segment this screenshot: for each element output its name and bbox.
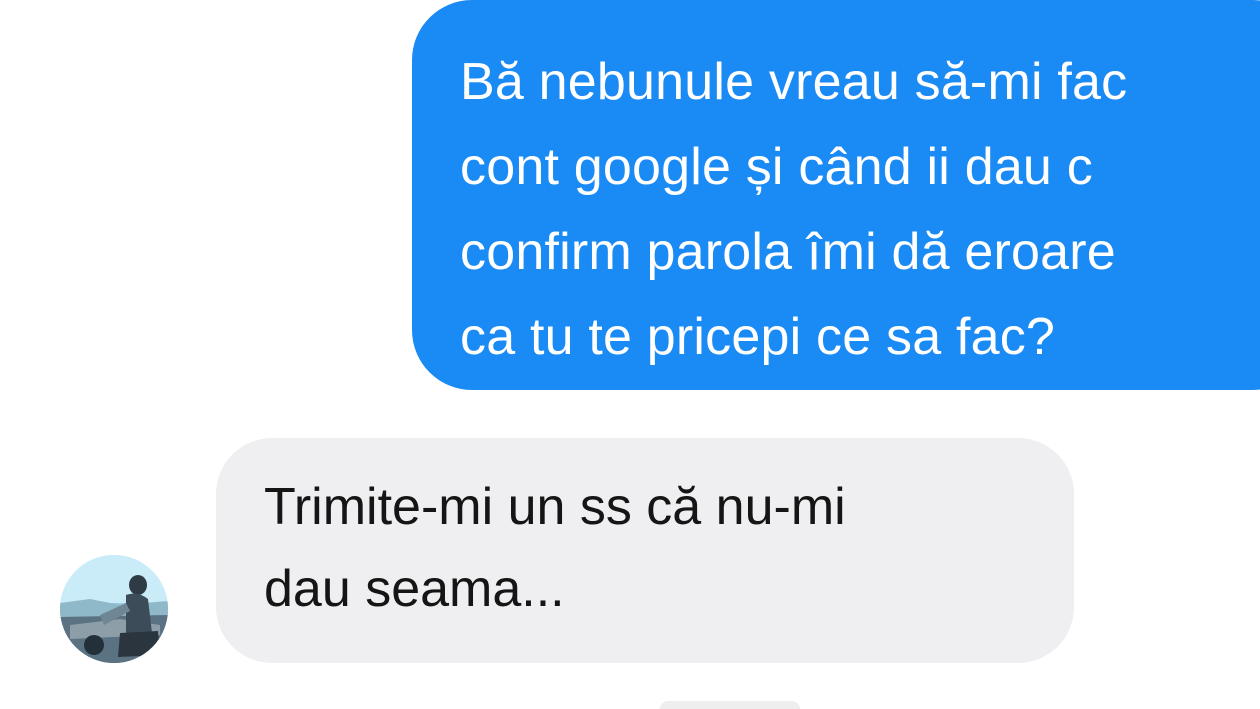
incoming-message-line: Trimite-mi un ss că nu-mi: [264, 478, 846, 536]
avatar-photo-icon: [60, 555, 168, 663]
outgoing-message-bubble[interactable]: Bă nebunule vreau să-mi fac cont google …: [412, 0, 1260, 390]
outgoing-message-line: cont google și când ii dau c: [460, 138, 1093, 196]
outgoing-message-line: ca tu te pricepi ce sa fac?: [460, 308, 1056, 366]
incoming-message-line: dau seama...: [264, 560, 565, 618]
incoming-message-bubble[interactable]: Trimite-mi un ss că nu-mi dau seama...: [216, 438, 1074, 663]
chat-screen: Bă nebunule vreau să-mi fac cont google …: [0, 0, 1260, 709]
contact-avatar[interactable]: [60, 555, 168, 663]
outgoing-message-line: confirm parola îmi dă eroare: [460, 223, 1116, 281]
next-message-edge: [660, 701, 800, 709]
outgoing-message-line: Bă nebunule vreau să-mi fac: [460, 53, 1128, 111]
